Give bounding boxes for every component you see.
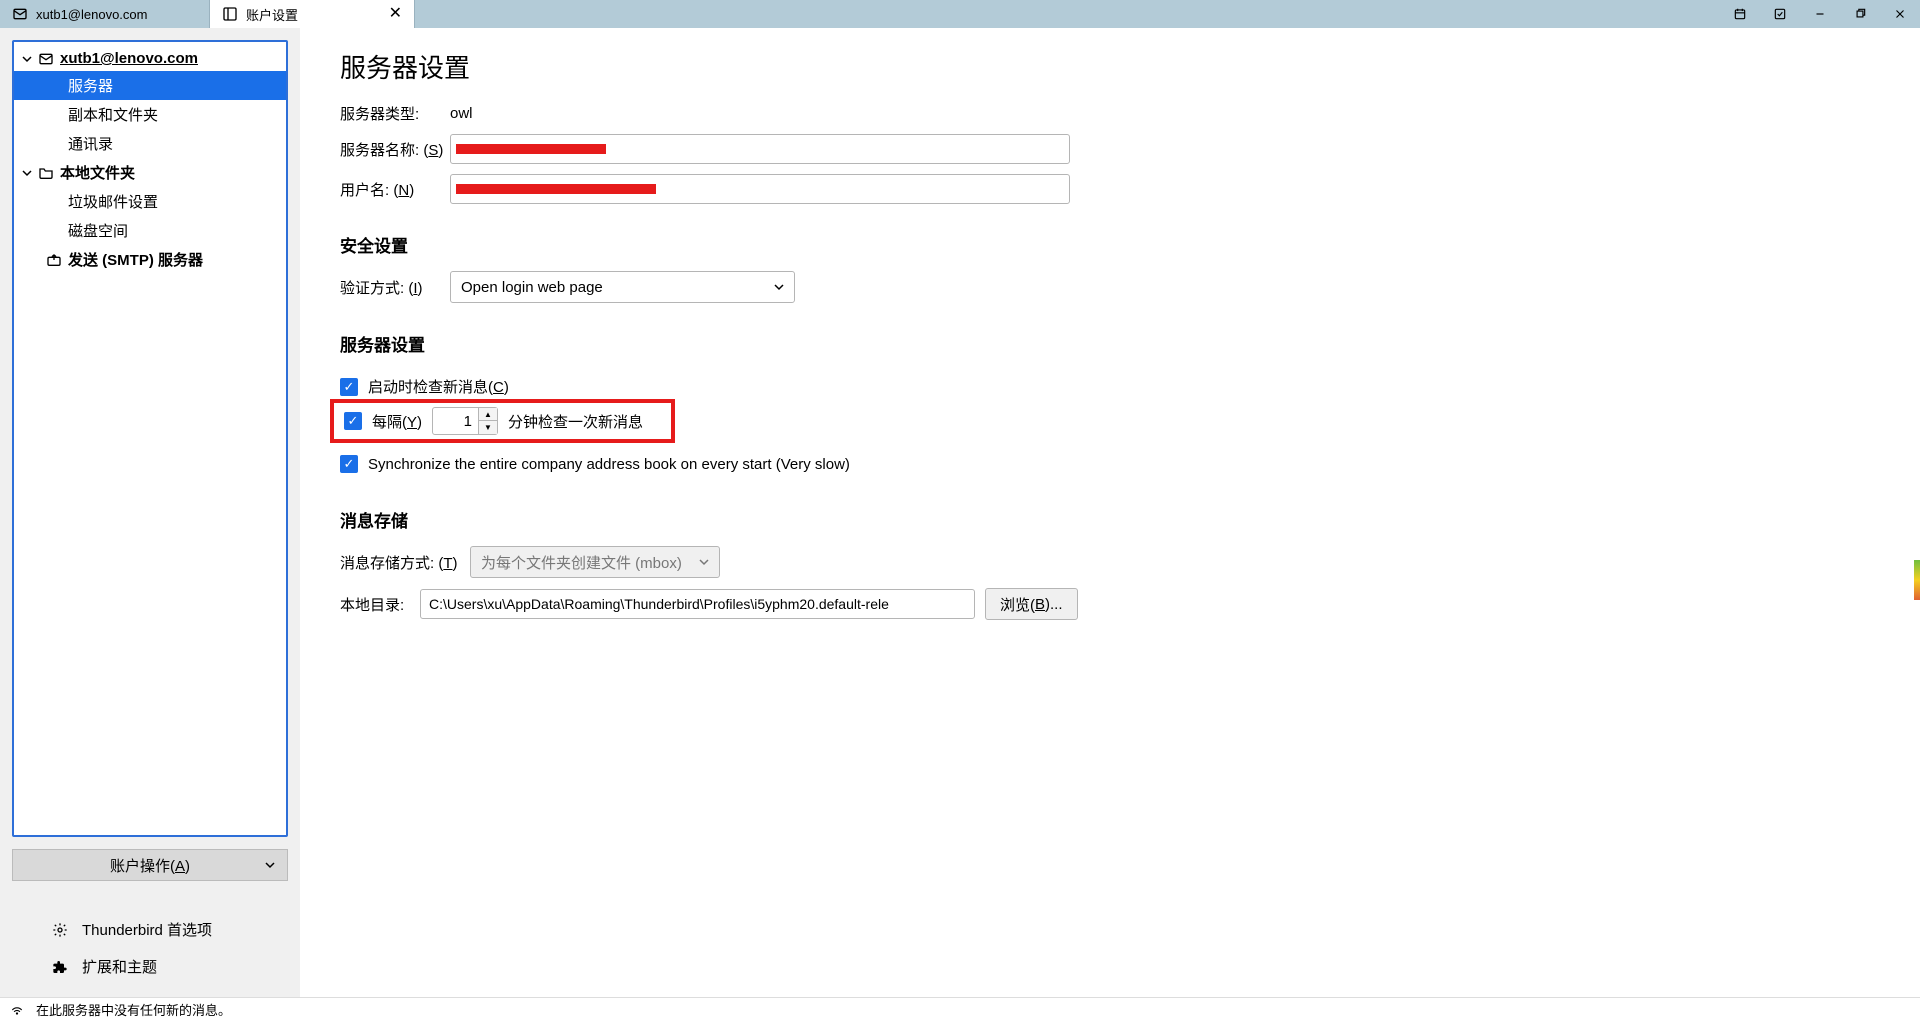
tab-mail-label: xutb1@lenovo.com [36,7,147,22]
tree-item-addressbook[interactable]: 通讯录 [14,129,286,158]
check-on-start-checkbox[interactable]: ✓ [340,378,358,396]
sync-addressbook-checkbox[interactable]: ✓ [340,455,358,473]
chevron-down-icon [22,168,32,178]
status-message: 在此服务器中没有任何新的消息。 [36,1000,231,1019]
interval-stepper[interactable]: ▲ ▼ [432,407,498,435]
mail-icon [38,51,54,67]
sync-addressbook-label: Synchronize the entire company address b… [368,456,850,473]
mail-icon [12,6,28,22]
server-type-value: owl [450,105,473,122]
addons-label: 扩展和主题 [82,956,157,977]
chevron-down-icon [699,554,709,571]
chevron-down-icon [22,54,32,64]
tab-settings-label: 账户设置 [246,5,298,24]
tree-item-server-label: 服务器 [68,75,113,96]
tab-mail[interactable]: xutb1@lenovo.com [0,0,210,28]
browse-button[interactable]: 浏览(B)... [985,588,1078,620]
server-name-label: 服务器名称: (S) [340,139,450,160]
thunderbird-prefs-link[interactable]: Thunderbird 首选项 [52,911,288,948]
tree-item-copies-label: 副本和文件夹 [68,104,158,125]
check-on-start-label: 启动时检查新消息(C) [368,376,509,397]
security-heading: 安全设置 [340,232,1880,257]
server-type-row: 服务器类型: owl [340,103,1880,124]
chevron-down-icon [774,279,784,296]
gear-icon [52,922,68,938]
stepper-controls: ▲ ▼ [478,408,497,434]
content: 服务器设置 服务器类型: owl 服务器名称: (S) 用户名: (N) 安全设… [300,28,1920,997]
tree-smtp[interactable]: 发送 (SMTP) 服务器 [14,245,286,274]
step-down-button[interactable]: ▼ [479,421,497,434]
redaction [456,144,606,154]
sync-addressbook-row: ✓ Synchronize the entire company address… [340,449,1880,479]
username-row: 用户名: (N) [340,174,1880,204]
server-type-label: 服务器类型: [340,103,450,124]
highlighted-interval-row: ✓ 每隔(Y) ▲ ▼ 分钟检查一次新消息 [330,399,675,443]
main: xutb1@lenovo.com 服务器 副本和文件夹 通讯录 本地文件夹 垃圾… [0,28,1920,997]
accent-indicator [1914,560,1920,600]
check-every-suffix: 分钟检查一次新消息 [508,411,643,432]
storage-mode-label: 消息存储方式: (T) [340,552,470,573]
storage-heading: 消息存储 [340,507,1880,532]
account-tree: xutb1@lenovo.com 服务器 副本和文件夹 通讯录 本地文件夹 垃圾… [12,40,288,837]
calendar-icon[interactable] [1720,0,1760,28]
auth-select[interactable]: Open login web page [450,271,795,303]
tree-item-disk[interactable]: 磁盘空间 [14,216,286,245]
storage-mode-value: 为每个文件夹创建文件 (mbox) [481,552,682,573]
tree-account-label: xutb1@lenovo.com [60,50,198,67]
tree-local-folders[interactable]: 本地文件夹 [14,158,286,187]
minimize-button[interactable] [1800,0,1840,28]
account-actions-button[interactable]: 账户操作(A) [12,849,288,881]
page-title: 服务器设置 [340,48,1880,85]
step-up-button[interactable]: ▲ [479,408,497,421]
chevron-down-icon [265,857,275,874]
auth-select-value: Open login web page [461,279,603,296]
outbox-icon [46,252,62,268]
tree-item-junk[interactable]: 垃圾邮件设置 [14,187,286,216]
tree-item-addressbook-label: 通讯录 [68,133,113,154]
interval-input[interactable] [433,413,478,430]
titlebar: xutb1@lenovo.com 账户设置 ✕ [0,0,1920,28]
tree-local-label: 本地文件夹 [60,162,135,183]
local-dir-label: 本地目录: [340,594,420,615]
tree-smtp-label: 发送 (SMTP) 服务器 [68,249,203,270]
storage-mode-row: 消息存储方式: (T) 为每个文件夹创建文件 (mbox) [340,546,1880,578]
sidebar: xutb1@lenovo.com 服务器 副本和文件夹 通讯录 本地文件夹 垃圾… [0,28,300,997]
close-icon[interactable]: ✕ [389,6,402,22]
storage-mode-select: 为每个文件夹创建文件 (mbox) [470,546,720,578]
tree-item-junk-label: 垃圾邮件设置 [68,191,158,212]
sidebar-bottom-links: Thunderbird 首选项 扩展和主题 [12,911,288,985]
thunderbird-prefs-label: Thunderbird 首选项 [82,919,212,940]
titlebar-spacer [415,0,1720,28]
auth-row: 验证方式: (I) Open login web page [340,271,1880,303]
auth-label: 验证方式: (I) [340,277,450,298]
server-settings-heading: 服务器设置 [340,331,1880,356]
statusbar: 在此服务器中没有任何新的消息。 [0,997,1920,1021]
local-dir-row: 本地目录: 浏览(B)... [340,588,1880,620]
redaction [456,184,656,194]
tab-account-settings[interactable]: 账户设置 ✕ [210,0,415,28]
folder-icon [38,165,54,181]
username-label: 用户名: (N) [340,179,450,200]
tree-item-copies[interactable]: 副本和文件夹 [14,100,286,129]
close-button[interactable] [1880,0,1920,28]
puzzle-icon [52,959,68,975]
addons-link[interactable]: 扩展和主题 [52,948,288,985]
check-every-checkbox[interactable]: ✓ [344,412,362,430]
tree-item-server[interactable]: 服务器 [14,71,286,100]
activity-icon [10,1003,24,1017]
tree-account[interactable]: xutb1@lenovo.com [14,46,286,71]
settings-panel-icon [222,6,238,22]
server-name-row: 服务器名称: (S) [340,134,1880,164]
tree-item-disk-label: 磁盘空间 [68,220,128,241]
maximize-button[interactable] [1840,0,1880,28]
window-buttons [1720,0,1920,28]
local-dir-input[interactable] [420,589,975,619]
tasks-icon[interactable] [1760,0,1800,28]
check-every-label: 每隔(Y) [372,411,422,432]
